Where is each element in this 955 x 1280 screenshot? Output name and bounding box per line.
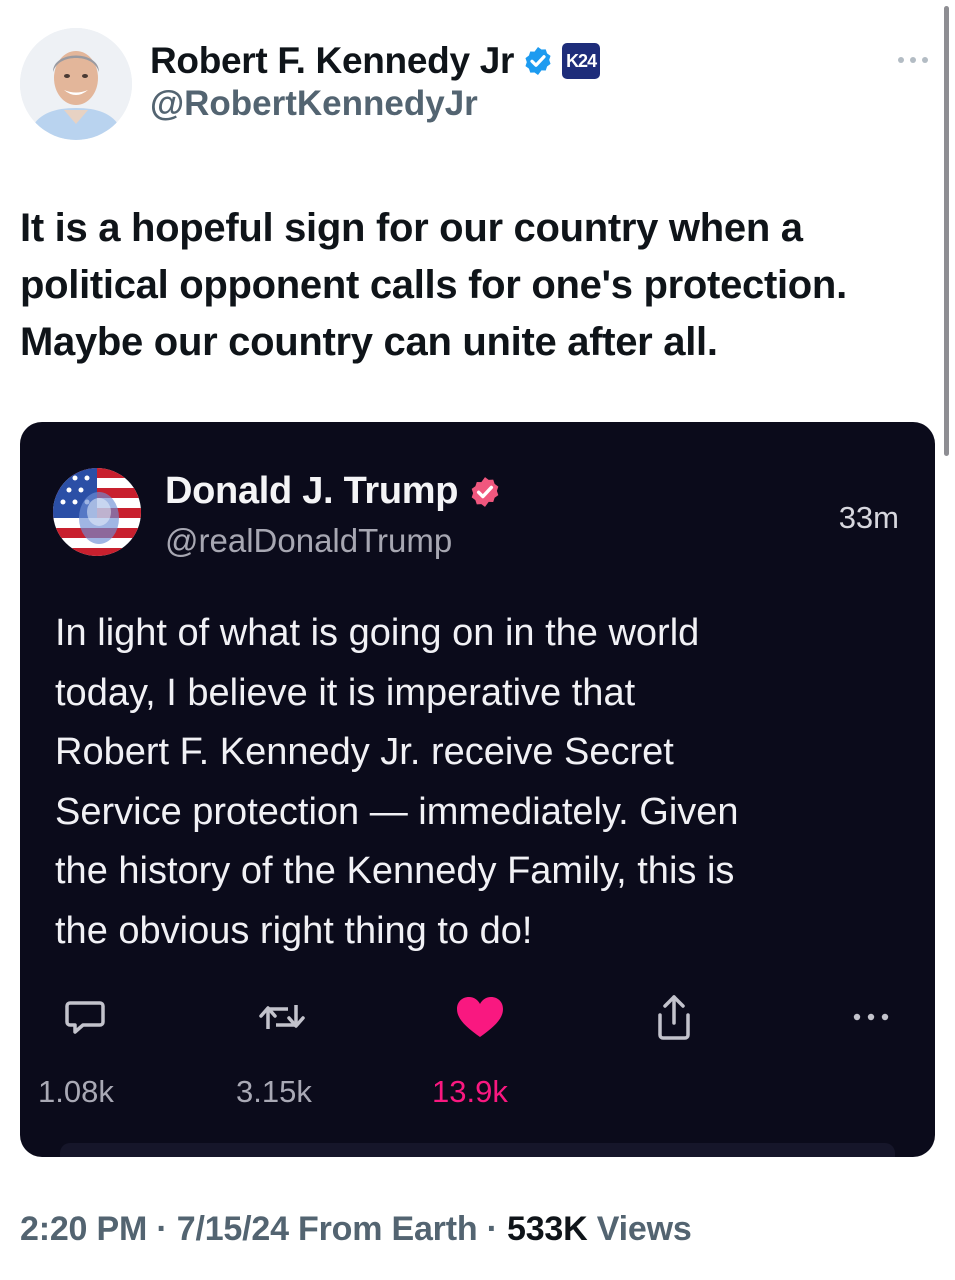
avatar-icon [20, 28, 132, 140]
repost-icon [259, 1005, 305, 1029]
post-meta: 2:20 PM · 7/15/24 From Earth · 533K View… [20, 1210, 692, 1249]
quoted-name-row: Donald J. Trump [165, 470, 502, 513]
post-date: 7/15/24 [176, 1210, 289, 1248]
quoted-author-avatar [53, 468, 141, 556]
tweet-text-line: It is a hopeful sign for our country whe… [20, 206, 803, 250]
quoted-author-handle: @realDonaldTrump [165, 522, 453, 559]
reply-icon [65, 1001, 105, 1034]
tweet-page: Robert F. Kennedy Jr K24 @RobertKennedyJ… [0, 0, 955, 1280]
quoted-more-action [846, 1002, 896, 1032]
quoted-more-icon [853, 1013, 889, 1021]
views-count[interactable]: 533K [507, 1210, 588, 1248]
share-action [648, 990, 700, 1044]
quoted-text-line: today, I believe it is imperative that [55, 671, 636, 714]
quoted-text-line: In light of what is going on in the worl… [55, 612, 700, 654]
repost-action [252, 990, 312, 1044]
author-avatar[interactable] [20, 28, 132, 140]
meta-separator: · [147, 1210, 177, 1248]
reply-action [56, 990, 114, 1044]
meta-separator: · [477, 1210, 508, 1248]
affiliate-badge[interactable]: K24 [562, 43, 601, 79]
tweet-text-line: Maybe our country can unite after all. [20, 320, 718, 364]
quoted-text-line: the obvious right thing to do! [55, 909, 533, 952]
quoted-text-line: the history of the Kennedy Family, this … [55, 850, 735, 892]
quoted-text: In light of what is going on in the worl… [55, 604, 905, 961]
repost-count: 3.15k [236, 1074, 312, 1109]
quoted-text-line: Service protection — immediately. Given [55, 790, 739, 833]
views-label[interactable]: Views [597, 1210, 692, 1248]
share-icon [658, 995, 690, 1040]
tweet-text: It is a hopeful sign for our country whe… [20, 200, 935, 371]
quoted-author-name: Donald J. Trump [165, 470, 459, 512]
affiliate-badge-label: K24 [566, 50, 597, 71]
scrollbar[interactable] [944, 6, 949, 456]
reply-count: 1.08k [38, 1074, 114, 1109]
like-count: 13.9k [432, 1074, 508, 1109]
verified-badge-icon[interactable] [522, 45, 554, 77]
flag-face-avatar-icon [53, 468, 141, 556]
quoted-text-line: Robert F. Kennedy Jr. receive Secret [55, 731, 674, 773]
more-options-icon[interactable] [895, 50, 931, 70]
post-source: From Earth [298, 1210, 478, 1248]
heart-icon [457, 997, 503, 1037]
author-name-row: Robert F. Kennedy Jr K24 [150, 36, 601, 86]
post-time: 2:20 PM [20, 1210, 148, 1248]
tweet-text-line: political opponent calls for one's prote… [20, 263, 847, 307]
author-handle[interactable]: @RobertKennedyJr [150, 84, 478, 124]
quoted-post-image[interactable]: Donald J. Trump @realDonaldTrump 33m In … [20, 422, 935, 1157]
quoted-timestamp: 33m [838, 500, 899, 535]
card-bottom-edge [60, 1143, 895, 1157]
author-name[interactable]: Robert F. Kennedy Jr [150, 40, 514, 82]
quoted-verified-badge-icon [471, 476, 499, 507]
like-action [450, 990, 510, 1044]
